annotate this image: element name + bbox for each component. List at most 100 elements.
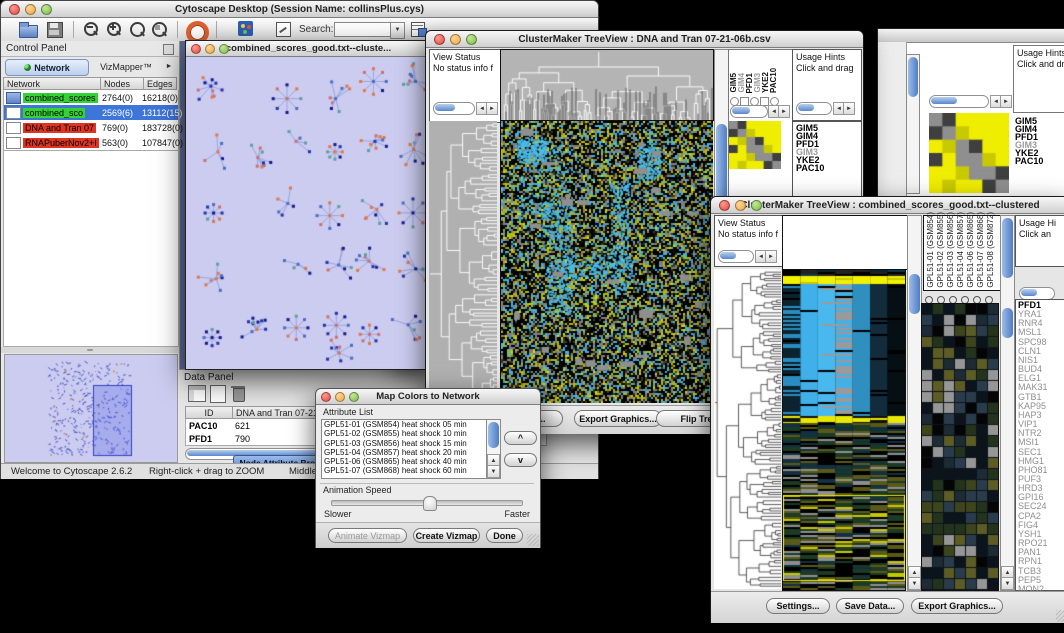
scroll-right-icon[interactable]: ► [765, 250, 777, 263]
matrix-column-label[interactable]: PFD1 [745, 73, 753, 93]
treeview-action-button[interactable]: Settings... [766, 598, 830, 614]
matrix-column-label[interactable]: GIM5 [729, 73, 737, 93]
tab-vizmapper[interactable]: VizMapper™ [91, 59, 161, 74]
zoom-window-icon[interactable] [41, 4, 52, 15]
row-dendrogram[interactable] [714, 269, 781, 589]
network-list-row[interactable]: combined_sco 2569(6) 13112(15) [4, 105, 178, 120]
zoom-window-icon[interactable] [349, 392, 359, 402]
correlation-matrix-heatmap[interactable] [929, 113, 1009, 193]
delete-attribute-icon[interactable] [231, 385, 245, 401]
annotation-icon[interactable] [276, 21, 294, 38]
minimize-icon[interactable] [450, 34, 461, 45]
gene-label[interactable]: PAC10 [796, 164, 861, 172]
treeview2-titlebar[interactable]: ClusterMaker TreeView : combined_scores_… [711, 197, 1064, 214]
col-header-edges[interactable]: Edges [144, 77, 177, 90]
list-vscrollbar[interactable]: ▲ ▼ [486, 419, 501, 479]
row-dendrogram[interactable] [429, 121, 497, 403]
close-icon[interactable] [719, 200, 730, 211]
scroll-down-icon[interactable]: ▼ [908, 577, 921, 590]
network-canvas[interactable] [187, 57, 430, 367]
scroll-right-icon[interactable]: ► [1000, 95, 1012, 108]
close-icon[interactable] [434, 34, 445, 45]
matrix-hscrollbar[interactable] [730, 105, 768, 118]
horizontal-scrollbar[interactable] [929, 95, 989, 108]
matrix-toolbar-icons[interactable] [730, 93, 788, 103]
condition-label[interactable]: GPL51-01 (GSM854) [926, 212, 936, 288]
condition-label[interactable]: GPL51-02 (GSM855) [936, 212, 946, 288]
minimize-icon[interactable] [25, 4, 36, 15]
attribute-option[interactable]: GPL51-04 (GSM857) heat shock 20 min [322, 448, 487, 457]
search-input[interactable] [334, 22, 391, 37]
zoom-selected-icon[interactable] [151, 21, 169, 38]
gene-label[interactable]: PAC10 [1015, 157, 1064, 165]
scroll-right-icon[interactable]: ► [778, 105, 790, 118]
minimize-icon[interactable] [735, 200, 746, 211]
zoom-window-icon[interactable] [751, 200, 762, 211]
scroll-down-icon[interactable]: ▼ [1001, 577, 1014, 590]
close-icon[interactable] [191, 44, 201, 54]
attribute-option[interactable]: GPL51-02 (GSM855) heat shock 10 min [322, 429, 487, 438]
attribute-option[interactable]: GPL51-01 (GSM854) heat shock 05 min [322, 420, 487, 429]
tab-overflow-arrow[interactable]: ► [163, 60, 175, 73]
attribute-listbox[interactable]: GPL51-01 (GSM854) heat shock 05 minGPL51… [321, 419, 488, 479]
zoom-heatmap[interactable] [921, 303, 999, 591]
hints-hscrollbar[interactable] [796, 102, 832, 115]
node-appearance-icon[interactable] [238, 21, 256, 38]
expression-heatmap[interactable] [782, 269, 906, 591]
zoom-out-icon[interactable] [83, 21, 101, 38]
zoom-fit-icon[interactable] [129, 21, 147, 38]
dialog-action-button[interactable]: Done [486, 528, 523, 543]
attribute-option[interactable]: GPL51-07 (GSM868) heat shock 60 min [322, 466, 487, 475]
tab-network[interactable]: Network [5, 59, 89, 76]
data-col-id[interactable]: ID [185, 406, 233, 419]
matrix-column-label[interactable]: YKE2 [761, 72, 769, 93]
correlation-matrix-heatmap[interactable] [729, 121, 781, 169]
condition-label[interactable]: GPL51-03 (GSM856) [946, 212, 956, 288]
move-up-button[interactable]: ^ [504, 431, 537, 445]
condition-label[interactable]: GPL51-08 (GSM872) [986, 212, 996, 288]
close-icon[interactable] [9, 4, 20, 15]
minimize-icon[interactable] [335, 392, 345, 402]
condition-label[interactable]: GPL51-04 (GSM857) [956, 212, 966, 288]
col-header-network[interactable]: Network [3, 77, 101, 90]
column-dendrogram[interactable] [500, 49, 714, 121]
main-titlebar[interactable]: Cytoscape Desktop (Session Name: collins… [1, 1, 598, 18]
zoom-vscrollbar[interactable]: ▲ ▼ [1000, 215, 1015, 591]
expression-heatmap[interactable] [500, 121, 713, 403]
status-hscrollbar[interactable] [433, 102, 475, 115]
zoom-window-icon[interactable] [219, 44, 229, 54]
condition-label[interactable]: GPL51-07 (GSM868) [976, 212, 986, 288]
condition-label[interactable]: GPL51-06 (GSM865) [966, 212, 976, 288]
dialog-action-button[interactable]: Animate Vizmap [328, 528, 407, 543]
birdseye-overview[interactable] [4, 354, 178, 463]
dialog-titlebar[interactable]: Map Colors to Network [316, 389, 540, 405]
scroll-right-icon[interactable]: ► [486, 102, 498, 115]
zoom-window-icon[interactable] [466, 34, 477, 45]
network-view-titlebar[interactable]: combined_scores_good.txt--cluste... [186, 41, 431, 57]
open-file-icon[interactable] [19, 21, 37, 38]
vertical-scrollbar[interactable] [906, 54, 920, 194]
slider-thumb[interactable] [423, 496, 437, 511]
zoom-in-icon[interactable] [106, 21, 124, 38]
network-list-row[interactable]: combined_scores 2764(0) 16218(0) [4, 90, 178, 105]
matrix-column-label[interactable]: PAC10 [769, 68, 777, 93]
network-list-row[interactable]: DNA and Tran 07 769(0) 183728(0) [4, 120, 178, 135]
table-view-icon[interactable] [188, 385, 206, 402]
treeview-action-button[interactable]: Save Data... [836, 598, 904, 614]
status-hscrollbar[interactable] [718, 250, 754, 263]
help-lifering-icon[interactable] [186, 21, 204, 38]
treeview-action-button[interactable]: Export Graphics... [574, 410, 662, 427]
move-down-button[interactable]: v [504, 453, 537, 467]
attribute-option[interactable]: GPL51-06 (GSM865) heat shock 40 min [322, 457, 487, 466]
minimize-icon[interactable] [205, 44, 215, 54]
matrix-column-label[interactable]: GIM3 [753, 73, 761, 93]
save-session-icon[interactable] [46, 21, 64, 38]
animation-speed-slider[interactable] [331, 500, 523, 506]
scroll-right-icon[interactable]: ► [843, 102, 855, 115]
scroll-down-icon[interactable]: ▼ [487, 465, 500, 478]
attribute-option[interactable]: GPL51-03 (GSM856) heat shock 15 min [322, 439, 487, 448]
heatmap-vscrollbar[interactable]: ▲ ▼ [907, 215, 922, 591]
close-icon[interactable] [321, 392, 331, 402]
search-dropdown-button[interactable]: ▼ [390, 22, 405, 39]
network-list-row[interactable]: RNAPuberNov2+I 563(0) 107847(0) [4, 135, 178, 150]
